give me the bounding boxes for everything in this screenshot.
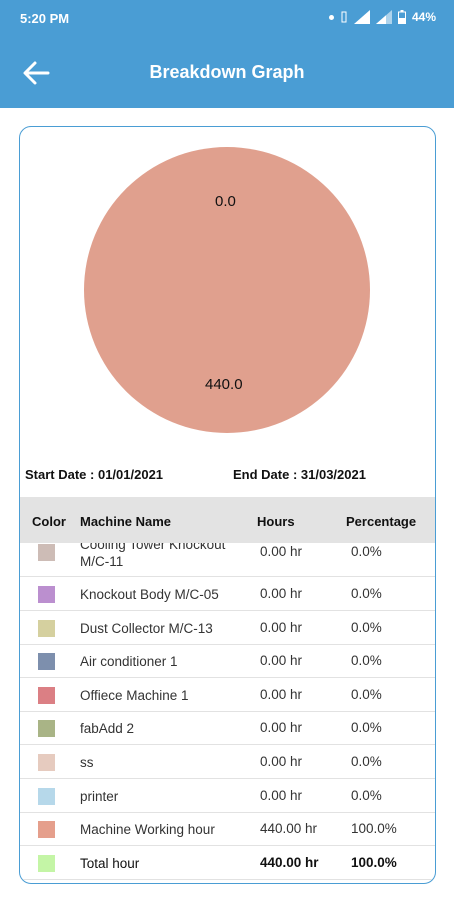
header-color: Color bbox=[32, 514, 66, 529]
color-swatch bbox=[38, 854, 55, 872]
pie-value-label-bottom: 440.0 bbox=[205, 376, 243, 393]
machine-percentage: 0.0% bbox=[351, 544, 382, 559]
header-percentage: Percentage bbox=[346, 514, 417, 529]
color-swatch bbox=[38, 754, 55, 771]
table-row[interactable]: Machine Working hour 440.00 hr 100.0% bbox=[20, 812, 435, 847]
machine-hours: 0.00 hr bbox=[260, 787, 303, 803]
status-bar: 5:20 PM 44% bbox=[0, 0, 454, 38]
table-row[interactable]: Air conditioner 1 0.00 hr 0.0% bbox=[20, 644, 435, 679]
color-swatch bbox=[38, 544, 55, 561]
machine-percentage: 0.0% bbox=[351, 619, 382, 635]
machine-hours: 0.00 hr bbox=[260, 754, 303, 769]
machine-hours: 440.00 hr bbox=[260, 821, 318, 837]
color-swatch bbox=[38, 821, 55, 839]
machine-hours: 0.00 hr bbox=[260, 544, 303, 559]
machine-percentage: 0.0% bbox=[351, 586, 382, 601]
machine-name: Knockout Body M/C-05 bbox=[80, 587, 219, 602]
machine-name: printer bbox=[80, 788, 119, 804]
header-machine-name: Machine Name bbox=[80, 514, 172, 529]
table-row[interactable]: Dust Collector M/C-13 0.00 hr 0.0% bbox=[20, 611, 435, 645]
breakdown-card: 0.0 440.0 Start Date : 01/01/2021 End Da… bbox=[19, 126, 436, 884]
notification-dot-icon bbox=[328, 14, 334, 20]
machine-name: ss bbox=[80, 755, 94, 770]
table-header: Color Machine Name Hours Percentage bbox=[20, 497, 435, 543]
machine-hours: 0.00 hr bbox=[260, 653, 303, 669]
battery-percent: 44% bbox=[411, 10, 436, 24]
machine-hours: 0.00 hr bbox=[260, 619, 303, 635]
start-date: Start Date : 01/01/2021 bbox=[25, 467, 164, 482]
machine-hours: 0.00 hr bbox=[260, 686, 303, 702]
table-row[interactable]: Total hour 440.00 hr 100.0% bbox=[20, 846, 435, 880]
table-row[interactable]: Offiece Machine 1 0.00 hr 0.0% bbox=[20, 678, 435, 712]
table-row[interactable]: printer 0.00 hr 0.0% bbox=[20, 779, 435, 813]
vibrate-icon bbox=[340, 10, 348, 24]
machine-percentage: 0.0% bbox=[351, 720, 382, 736]
header-hours: Hours bbox=[257, 514, 295, 529]
color-swatch bbox=[38, 686, 55, 704]
status-time: 5:20 PM bbox=[20, 11, 70, 26]
machine-percentage: 0.0% bbox=[351, 686, 382, 702]
signal-strength-icon bbox=[353, 10, 370, 24]
color-swatch bbox=[38, 586, 55, 603]
machine-percentage: 0.0% bbox=[351, 653, 382, 669]
machine-percentage: 100.0% bbox=[351, 821, 397, 837]
battery-icon bbox=[397, 10, 406, 24]
machine-hours: 440.00 hr bbox=[260, 854, 319, 870]
machine-name: Offiece Machine 1 bbox=[80, 687, 189, 703]
color-swatch bbox=[38, 787, 55, 805]
machine-percentage: 100.0% bbox=[351, 854, 397, 870]
machine-hours: 0.00 hr bbox=[260, 720, 303, 736]
machine-name: Machine Working hour bbox=[80, 822, 215, 838]
color-swatch bbox=[38, 619, 55, 637]
color-swatch bbox=[38, 653, 55, 671]
table-row[interactable]: Knockout Body M/C-05 0.00 hr 0.0% bbox=[20, 577, 435, 611]
machine-name: Air conditioner 1 bbox=[80, 654, 178, 670]
end-date: End Date : 31/03/2021 bbox=[233, 467, 366, 482]
machine-percentage: 0.0% bbox=[351, 787, 382, 803]
page-title: Breakdown Graph bbox=[149, 62, 305, 82]
machine-hours: 0.00 hr bbox=[260, 586, 303, 601]
table-row[interactable]: Cooling Tower Knockout M/C-11 0.00 hr 0.0% bbox=[20, 543, 435, 577]
machine-percentage: 0.0% bbox=[351, 754, 382, 769]
status-icons: 44% bbox=[328, 10, 436, 24]
machine-name: Cooling Tower Knockout M/C-11 bbox=[80, 543, 226, 569]
machine-name: fabAdd 2 bbox=[80, 721, 135, 737]
machine-name: Total hour bbox=[80, 855, 140, 871]
machine-name: Dust Collector M/C-13 bbox=[80, 620, 213, 636]
table-row[interactable]: fabAdd 2 0.00 hr 0.0% bbox=[20, 711, 435, 746]
signal-strength-2-icon bbox=[375, 10, 392, 24]
table-row[interactable]: ss 0.00 hr 0.0% bbox=[20, 745, 435, 779]
pie-value-label-top: 0.0 bbox=[215, 193, 236, 210]
machine-table-body[interactable]: Cooling Tower Knockout M/C-11 0.00 hr 0.0%… bbox=[20, 543, 435, 883]
color-swatch bbox=[38, 720, 55, 738]
app-bar: Breakdown Graph bbox=[0, 38, 454, 108]
